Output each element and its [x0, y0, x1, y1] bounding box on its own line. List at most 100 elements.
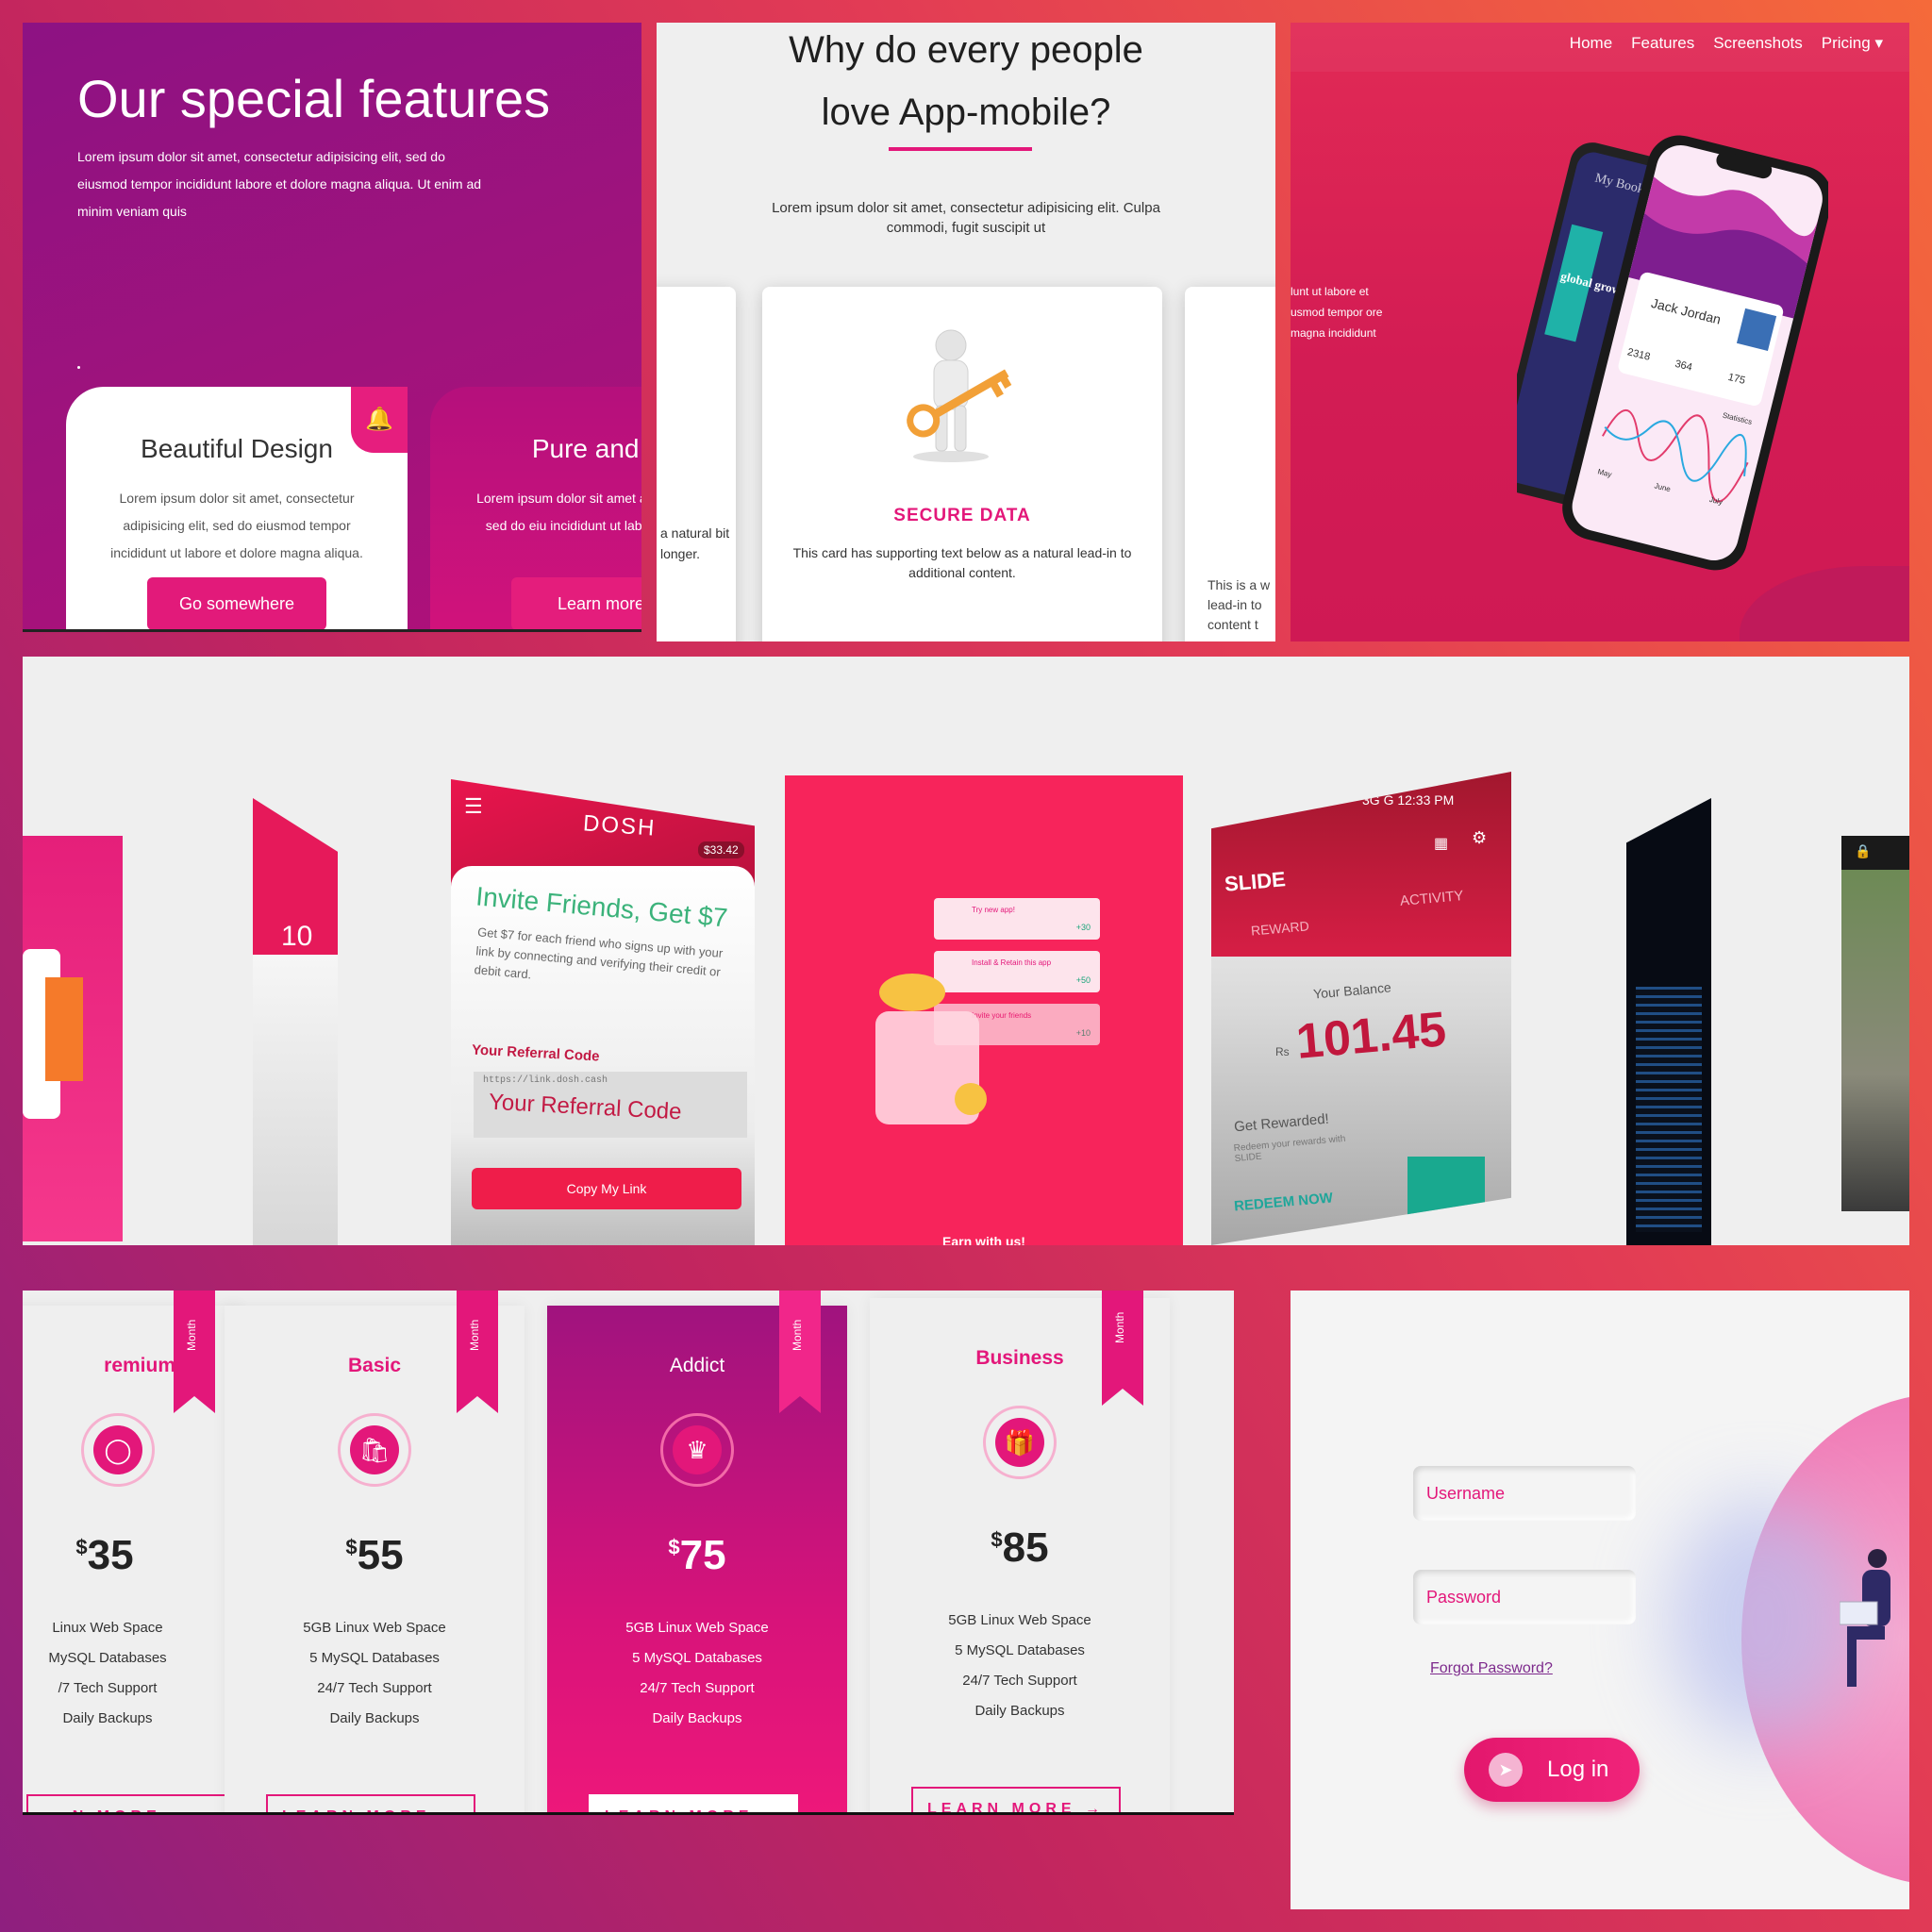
- screenshot-slide-1[interactable]: [23, 836, 123, 1241]
- medal-icon: ◯: [81, 1413, 155, 1487]
- features-description: Lorem ipsum dolor sit amet, consectetur …: [77, 149, 482, 219]
- feature-card-beautiful-design: 🔔 Beautiful Design Lorem ipsum dolor sit…: [66, 387, 408, 632]
- referral-url: https://link.dosh.cash: [483, 1075, 608, 1086]
- pricing-card-premium: Month remium ◯ $35 Linux Web Space MySQL …: [23, 1291, 242, 1815]
- title-underline: [889, 147, 1032, 151]
- ribbon-label: Month: [185, 1319, 198, 1351]
- lock-icon: 🔒: [1855, 843, 1872, 858]
- hero-partial-text: lunt ut labore et usmod tempor ore magna…: [1291, 285, 1383, 340]
- plan-name: Business: [975, 1347, 1064, 1369]
- plan-name: Addict: [669, 1355, 725, 1376]
- month-ribbon: Month: [457, 1291, 498, 1413]
- balance-value: 101.45: [1293, 1002, 1449, 1070]
- month-ribbon: Month: [1102, 1291, 1143, 1406]
- decor-glow: [1668, 1498, 1857, 1743]
- nav-screenshots[interactable]: Screenshots: [1713, 34, 1803, 53]
- ribbon-label: Month: [468, 1319, 481, 1351]
- ribbon-label: Month: [1113, 1311, 1126, 1343]
- feature-card-text: Lorem ipsum dolor sit amet adipisicing e…: [476, 491, 641, 533]
- task-row: Try new app! +30: [934, 898, 1100, 940]
- screenshot-photo[interactable]: 🔒: [1841, 836, 1909, 1211]
- currency-label: Rs: [1275, 1045, 1290, 1058]
- plan-price: $75: [668, 1532, 726, 1578]
- go-somewhere-button[interactable]: Go somewhere: [147, 577, 326, 630]
- gift-icon: 🎁: [983, 1406, 1057, 1479]
- person-with-laptop-image: [1840, 1549, 1890, 1687]
- username-input[interactable]: [1413, 1466, 1636, 1521]
- redeem-now-button[interactable]: REDEEM NOW: [1233, 1190, 1333, 1214]
- status-bar: 3G G 12:33 PM: [1362, 792, 1455, 808]
- forgot-password-link[interactable]: Forgot Password?: [1430, 1660, 1553, 1677]
- feature-card-title: Beautiful Design: [141, 434, 333, 463]
- month-ribbon: Month: [779, 1291, 821, 1413]
- plan-price: $85: [991, 1524, 1049, 1571]
- plan-features: 5GB Linux Web Space 5 MySQL Databases 24/7…: [625, 1620, 769, 1726]
- caret-down-icon: ▾: [1874, 34, 1883, 52]
- orange-card-image: [45, 977, 83, 1081]
- nav-pricing[interactable]: Pricing ▾: [1822, 34, 1883, 53]
- carousel-card-right[interactable]: This is a w lead-in to content t: [1185, 287, 1275, 641]
- nav-menu: Home Features Screenshots Pricing ▾: [1570, 34, 1883, 53]
- screenshots-panel: 10 ☰ DOSH $33.42 Invite Friends, Get $7 …: [23, 657, 1909, 1245]
- screenshot-earn[interactable]: Try new app! +30 Install & Retain this ap…: [785, 775, 1183, 1245]
- screenshot-slide-app[interactable]: 3G G 12:33 PM ▦ ⚙ SLIDE REWARD ACTIVITY …: [1211, 772, 1511, 1245]
- nav-home[interactable]: Home: [1570, 34, 1612, 53]
- earn-caption: Earn with us!: [942, 1234, 1025, 1245]
- paper-plane-icon: ➤: [1489, 1753, 1523, 1787]
- feature-card-text: Lorem ipsum dolor sit amet, consectetur …: [110, 491, 363, 560]
- card-text: This card has supporting text below as a…: [792, 545, 1132, 580]
- dosh-logo: DOSH: [582, 810, 658, 841]
- plan-price: $35: [75, 1532, 134, 1578]
- plan-price: $55: [345, 1532, 404, 1578]
- plan-name: Basic: [347, 1355, 402, 1376]
- carousel-card-left[interactable]: a natural bit longer.: [657, 287, 736, 641]
- divider: [23, 1812, 1234, 1815]
- why-subtitle: Lorem ipsum dolor sit amet, consectetur …: [772, 200, 1160, 236]
- card-title: SECURE DATA: [893, 506, 1031, 525]
- plan-features: 5GB Linux Web Space 5 MySQL Databases 24/7…: [948, 1612, 1091, 1719]
- settings-gear-icon[interactable]: ⚙: [1472, 828, 1487, 848]
- log-in-label: Log in: [1547, 1757, 1609, 1782]
- pricing-card-addict: Month Addict ♛ $75 5GB Linux Web Space 5 …: [547, 1291, 847, 1815]
- grid-icon[interactable]: ▦: [1434, 834, 1448, 853]
- photo-image: [1841, 870, 1909, 1211]
- nav-features[interactable]: Features: [1631, 34, 1694, 53]
- pricing-card-basic: Month Basic 🛍 $55 5GB Linux Web Space 5 M…: [225, 1291, 525, 1815]
- login-panel: Forgot Password? ➤ Log in: [1291, 1291, 1909, 1909]
- features-title: Our special features: [77, 69, 551, 128]
- learn-more-button[interactable]: Learn more: [511, 577, 641, 630]
- balance-badge: $33.42: [698, 841, 744, 858]
- crown-icon: ♛: [660, 1413, 734, 1487]
- carousel-card-secure-data[interactable]: SECURE DATA This card has supporting tex…: [762, 287, 1162, 641]
- plan-features: 5GB Linux Web Space 5 MySQL Databases 24/7…: [303, 1620, 446, 1726]
- menu-icon: ☰: [464, 794, 483, 818]
- get-rewarded-title: Get Rewarded!: [1233, 1110, 1330, 1136]
- plan-features: Linux Web Space MySQL Databases/7 Tech Su…: [48, 1620, 167, 1726]
- decor-dot: [77, 366, 80, 369]
- card-text: a natural bit longer.: [660, 525, 730, 561]
- shopping-bag-icon: 🛍: [338, 1413, 411, 1487]
- why-title: Why do every people love App-mobile?: [657, 23, 1275, 143]
- divider: [23, 629, 641, 632]
- task-row: Install & Retain this app +50: [934, 951, 1100, 992]
- code-image: [1636, 987, 1702, 1232]
- screenshot-dark-code[interactable]: [1626, 798, 1711, 1245]
- feature-card-pure: Pure and Si Lorem ipsum dolor sit amet a…: [430, 387, 641, 632]
- screenshot-dosh[interactable]: ☰ DOSH $33.42 Invite Friends, Get $7 Get…: [451, 779, 755, 1245]
- pricing-panel: Month remium ◯ $35 Linux Web Space MySQL …: [23, 1291, 1234, 1815]
- coin-image: [879, 974, 945, 1011]
- month-ribbon: Month: [174, 1291, 215, 1413]
- log-in-button[interactable]: ➤ Log in: [1464, 1738, 1640, 1802]
- plan-name: remium: [104, 1355, 175, 1376]
- person-holding-key-image: [907, 329, 1012, 462]
- pricing-card-business: Month Business 🎁 $85 5GB Linux Web Space…: [870, 1291, 1170, 1815]
- password-input[interactable]: [1413, 1570, 1636, 1624]
- gift-card-image: [1407, 1157, 1485, 1223]
- copy-link-button[interactable]: Copy My Link: [472, 1168, 741, 1209]
- payment-amount: 10: [281, 921, 313, 952]
- nav-pricing-label: Pricing: [1821, 34, 1871, 52]
- feature-card-title: Pure and Si: [531, 434, 641, 463]
- phone-mockup-image: global growth My Books Jack Jordan 2318 …: [1517, 135, 1828, 571]
- learn-more-button[interactable]: LEARN MORE →: [911, 1787, 1121, 1815]
- screenshot-slide-2[interactable]: 10: [253, 798, 338, 1245]
